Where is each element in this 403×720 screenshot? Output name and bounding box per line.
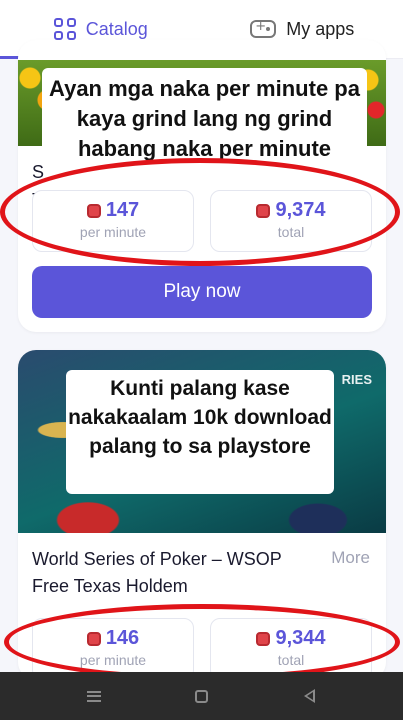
- gamepad-icon: [250, 19, 277, 38]
- red-circle-annotation: [4, 604, 400, 680]
- back-button[interactable]: [294, 681, 324, 711]
- tab-catalog-label: Catalog: [85, 18, 148, 39]
- game-card-2-image-sign: RIES: [341, 372, 372, 387]
- home-icon: [194, 689, 208, 703]
- back-icon: [303, 689, 315, 703]
- system-navigation-bar: [0, 672, 403, 720]
- grid-icon: [53, 18, 76, 40]
- play-now-button[interactable]: Play now: [32, 266, 372, 318]
- recents-button[interactable]: [79, 681, 109, 711]
- red-circle-annotation: [0, 158, 400, 266]
- tab-my-apps-label: My apps: [286, 18, 355, 39]
- game-card-2-title: World Series of Poker – WSOP Free Texas …: [32, 549, 282, 596]
- more-link[interactable]: More: [331, 548, 370, 568]
- home-button[interactable]: [186, 681, 216, 711]
- caption-overlay-1: Ayan mga naka per minute pa kaya grind l…: [42, 68, 367, 168]
- caption-overlay-2: Kunti palang kase nakakaalam 10k downloa…: [66, 370, 334, 494]
- menu-icon: [86, 690, 101, 702]
